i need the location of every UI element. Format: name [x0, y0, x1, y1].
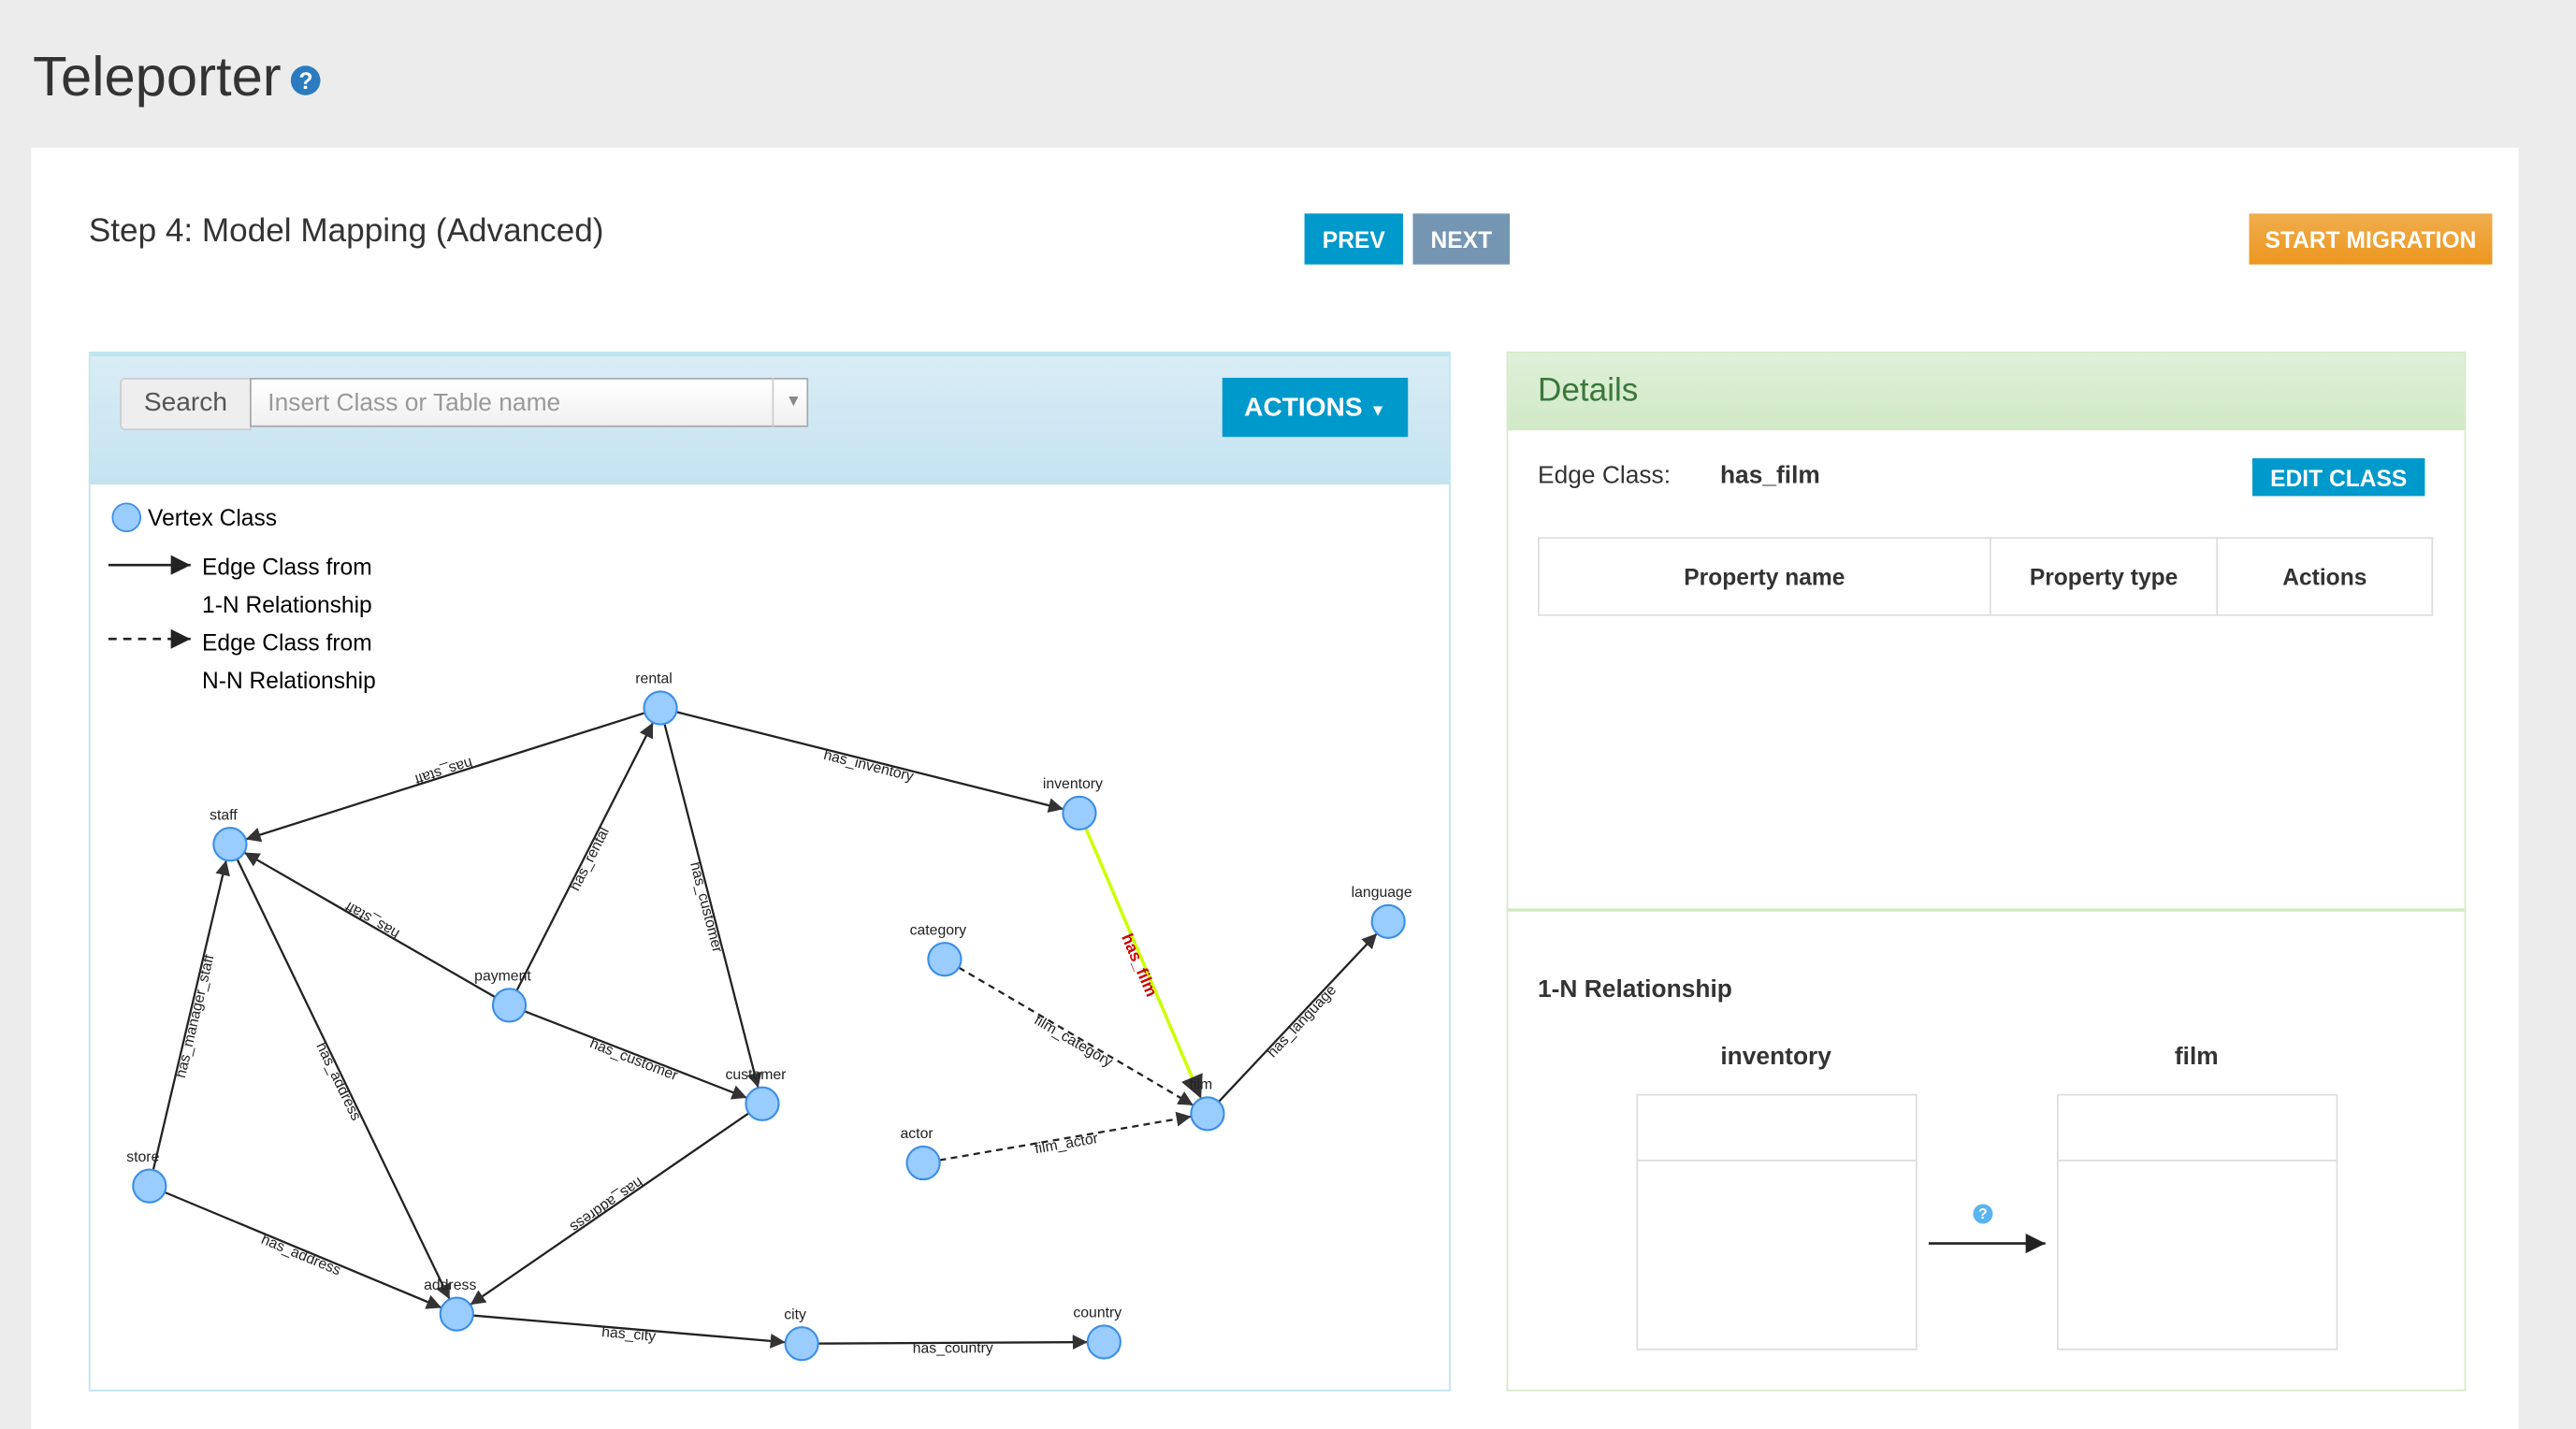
vertex-label: actor [901, 1126, 933, 1142]
vertex-address[interactable] [439, 1296, 474, 1332]
edge-label[interactable]: has_address [312, 1040, 364, 1123]
vertex-label: staff [210, 807, 238, 823]
caret-down-icon: ▼ [2331, 511, 2347, 527]
vertex-store[interactable] [132, 1168, 167, 1204]
divider [1508, 908, 2465, 912]
vertex-label: customer [725, 1067, 786, 1083]
vertex-label: film [1190, 1076, 1213, 1092]
edge-class-value: has_film [1719, 461, 1820, 490]
vertex-inventory[interactable] [1062, 795, 1097, 831]
edit-class-label: EDIT CLASS [2270, 465, 2408, 492]
edge-label[interactable]: has_address [259, 1232, 343, 1279]
edge-label[interactable]: has_language [1265, 982, 1340, 1061]
vertex-label: store [126, 1149, 159, 1165]
relationship-arrow-icon [1929, 1234, 2046, 1254]
vertex-category[interactable] [927, 942, 962, 977]
edit-class-button[interactable]: EDIT CLASS ▼ [2252, 458, 2425, 527]
edge-label[interactable]: has_staff [412, 754, 475, 787]
properties-table: Property name Property type Actions [1537, 537, 2434, 616]
vertex-actor[interactable] [905, 1145, 941, 1181]
legend-nn-label-2: N-N Relationship [202, 669, 376, 694]
vertex-country[interactable] [1086, 1324, 1122, 1360]
from-table-body [1636, 1160, 1918, 1350]
to-table-header [2057, 1093, 2338, 1163]
edge-class-label: Edge Class: [1537, 461, 1672, 490]
edge-label[interactable]: has_manager_staff [173, 953, 218, 1080]
column-property-type[interactable]: Property type [1990, 537, 2219, 616]
vertex-rental[interactable] [643, 690, 678, 726]
edge-label[interactable]: has_customer [587, 1035, 680, 1084]
vertex-label: city [784, 1306, 806, 1322]
from-table-header [1636, 1093, 1918, 1163]
legend-vertex-label: Vertex Class [148, 506, 277, 531]
to-table-title: film [2174, 1043, 2219, 1072]
edge-label[interactable]: has_country [913, 1340, 993, 1356]
vertex-label: inventory [1043, 776, 1103, 792]
legend-nn-label: Edge Class from [202, 631, 372, 657]
vertex-film[interactable] [1190, 1096, 1225, 1132]
details-title: Details [1537, 372, 1639, 410]
edge-label[interactable]: has_rental [567, 825, 613, 893]
edge-label[interactable]: has_city [601, 1324, 657, 1345]
vertex-payment[interactable] [491, 988, 528, 1023]
vertex-city[interactable] [784, 1326, 819, 1362]
vertex-label: address [424, 1277, 476, 1293]
vertex-language[interactable] [1370, 903, 1406, 939]
edge-label[interactable]: has_inventory [822, 747, 916, 785]
legend: Vertex Class Edge Class from 1-N Relatio… [108, 502, 376, 694]
details-panel: Details Edge Class: has_film EDIT CLASS … [1506, 351, 2467, 1392]
vertex-staff[interactable] [212, 827, 248, 862]
vertex-label: payment [474, 969, 531, 985]
column-property-name[interactable]: Property name [1537, 537, 1991, 616]
edge-label[interactable]: has_staff [342, 898, 402, 942]
edge-label[interactable]: film_actor [1034, 1131, 1099, 1157]
vertex-label: language [1352, 885, 1412, 901]
legend-1n-label: Edge Class from [202, 556, 372, 581]
vertex-label: country [1073, 1306, 1122, 1321]
vertex-label: category [910, 922, 967, 938]
to-table-body [2057, 1160, 2338, 1350]
edge-label[interactable]: has_film [1118, 931, 1161, 999]
edge-label[interactable]: has_customer [687, 860, 725, 954]
from-table-title: inventory [1720, 1043, 1831, 1072]
edge-label[interactable]: film_category [1032, 1012, 1116, 1070]
vertex-label: rental [635, 671, 673, 687]
column-actions[interactable]: Actions [2216, 537, 2434, 616]
details-header: Details [1508, 353, 2465, 431]
legend-1n-label-2: 1-N Relationship [202, 593, 372, 618]
relationship-title: 1-N Relationship [1537, 975, 1732, 1004]
edge-label[interactable]: has_address [567, 1174, 645, 1234]
vertex-legend-icon [111, 502, 142, 533]
vertex-customer[interactable] [745, 1086, 780, 1121]
question-circle-icon[interactable]: ? [1973, 1204, 1993, 1224]
